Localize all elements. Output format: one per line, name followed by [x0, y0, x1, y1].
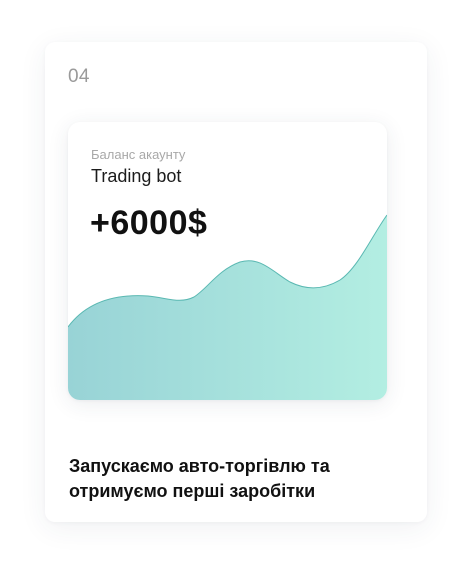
balance-value: +6000$	[90, 204, 208, 242]
step-card: 04 Баланс акаунту Trading bot +6000$ Зап…	[45, 42, 427, 522]
step-number: 04	[68, 66, 90, 87]
balance-card: Баланс акаунту Trading bot +6000$	[68, 122, 387, 400]
balance-area-chart	[68, 214, 387, 400]
card-caption: Запускаємо авто-торгівлю та отримуємо пе…	[69, 454, 409, 504]
caption-line-1: Запускаємо авто-торгівлю та	[69, 456, 330, 476]
account-name: Trading bot	[91, 166, 182, 186]
caption-line-2: отримуємо перші заробітки	[69, 481, 316, 501]
balance-label: Баланс акаунту	[91, 147, 186, 162]
